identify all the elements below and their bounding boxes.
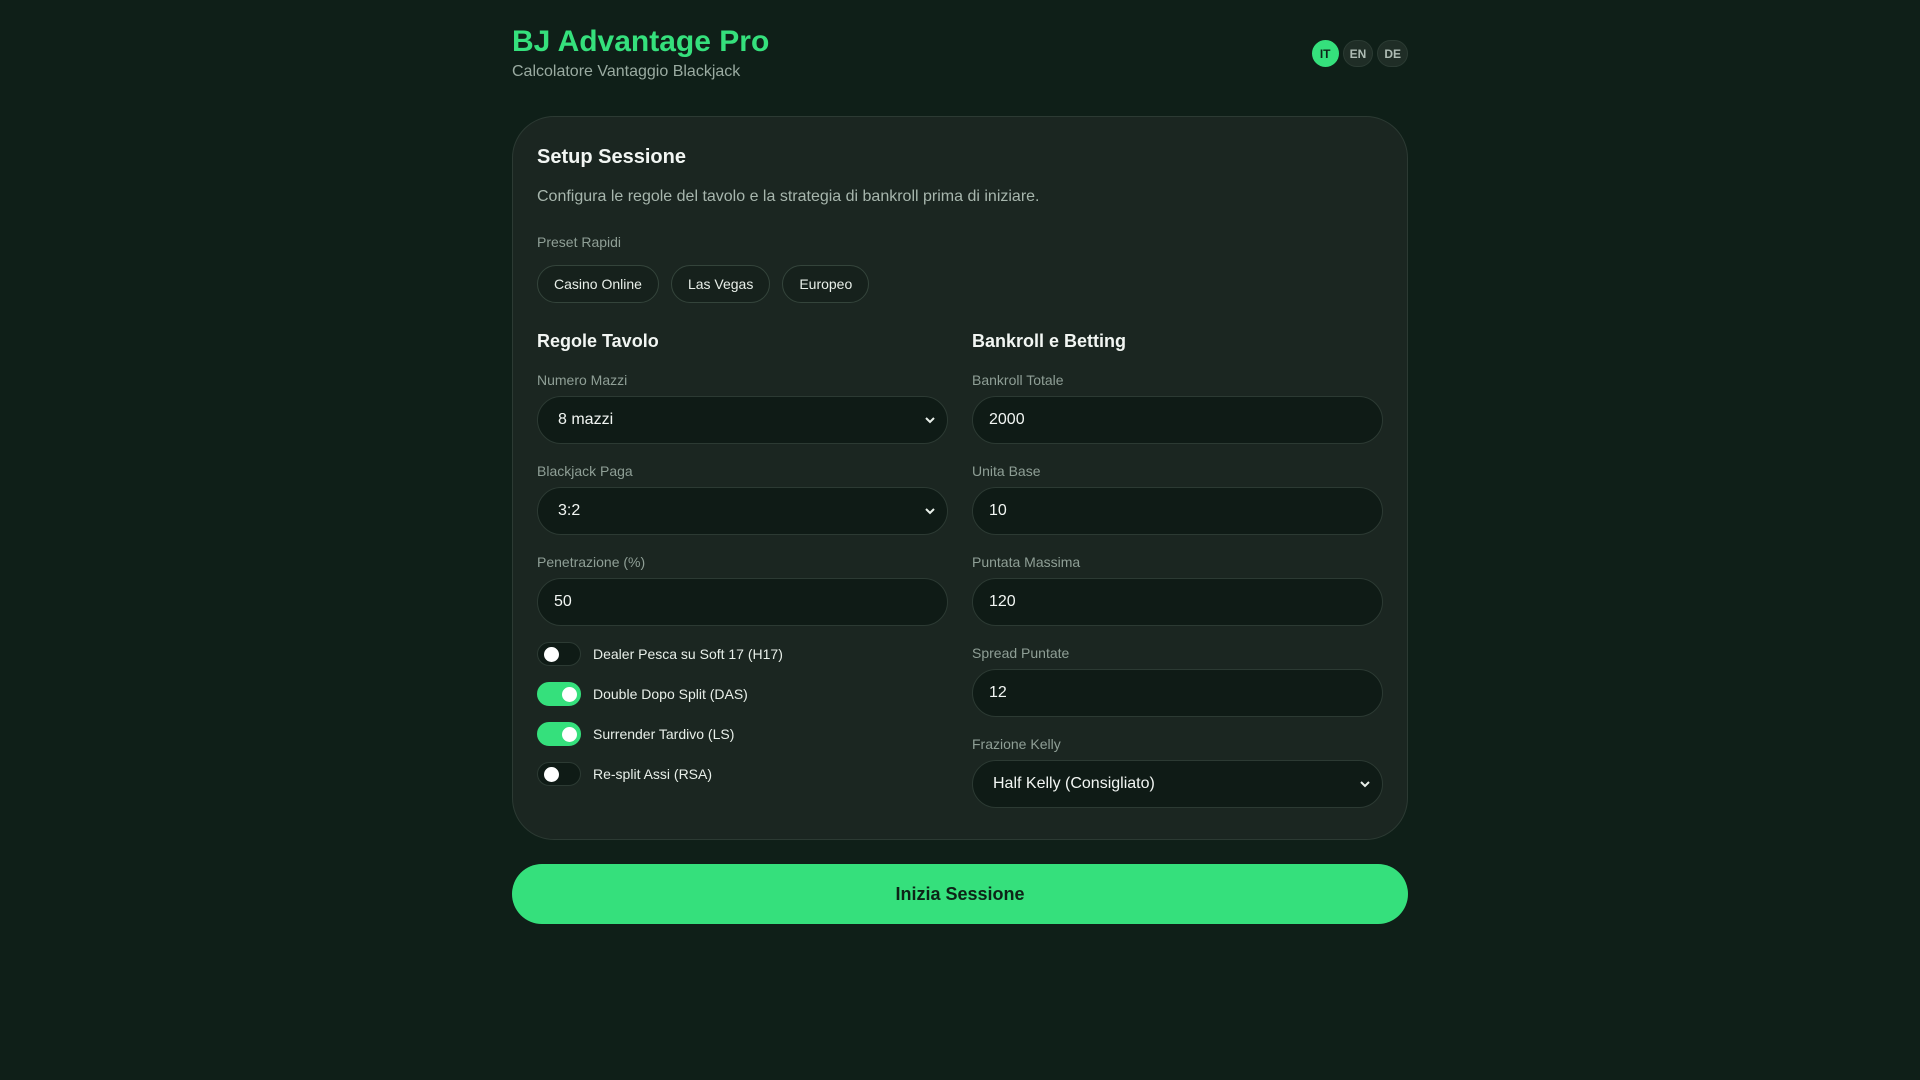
decks-field: Numero Mazzi 8 mazzi — [537, 372, 948, 444]
toggle-label-das: Double Dopo Split (DAS) — [593, 686, 748, 702]
max-bet-label: Puntata Massima — [972, 554, 1081, 570]
app-container: BJ Advantage Pro Calcolatore Vantaggio B… — [512, 0, 1408, 924]
toggle-knob — [544, 647, 559, 662]
bankroll-title: Bankroll e Betting — [972, 331, 1127, 351]
chevron-down-icon — [1360, 779, 1370, 789]
preset-button-las-vegas[interactable]: Las Vegas — [670, 265, 771, 303]
blackjack-pays-value: 3:2 — [558, 502, 581, 519]
bankroll-total-label: Bankroll Totale — [972, 372, 1064, 388]
preset-button-casino-online[interactable]: Casino Online — [537, 265, 659, 303]
chevron-down-icon — [925, 506, 935, 516]
base-unit-input[interactable]: 10 — [972, 487, 1383, 535]
presets-row: Casino Online Las Vegas Europeo — [537, 265, 870, 303]
blackjack-pays-label: Blackjack Paga — [537, 463, 633, 479]
bet-spread-input[interactable]: 12 — [972, 669, 1383, 717]
toggle-knob — [544, 767, 559, 782]
base-unit-label: Unita Base — [972, 463, 1041, 479]
penetration-label: Penetrazione (%) — [537, 554, 646, 570]
bet-spread-field: Spread Puntate 12 — [972, 645, 1383, 717]
toggle-knob — [562, 727, 577, 742]
base-unit-value: 10 — [989, 502, 1007, 519]
card-description: Configura le regole del tavolo e la stra… — [537, 188, 1040, 205]
toggle-row-ls: Surrender Tardivo (LS) — [537, 721, 948, 747]
toggle-das[interactable] — [537, 682, 581, 706]
penetration-field: Penetrazione (%) 50 — [537, 554, 948, 626]
card-title: Setup Sessione — [537, 146, 686, 168]
base-unit-field: Unita Base 10 — [972, 463, 1383, 535]
decks-value: 8 mazzi — [558, 411, 614, 428]
decks-label: Numero Mazzi — [537, 372, 628, 388]
blackjack-pays-field: Blackjack Paga 3:2 — [537, 463, 948, 535]
kelly-fraction-value: Half Kelly (Consigliato) — [993, 775, 1155, 792]
toggle-ls[interactable] — [537, 722, 581, 746]
toggle-label-h17: Dealer Pesca su Soft 17 (H17) — [593, 646, 783, 662]
app-header: BJ Advantage Pro Calcolatore Vantaggio B… — [512, 0, 1408, 116]
kelly-fraction-label: Frazione Kelly — [972, 736, 1061, 752]
toggle-row-h17: Dealer Pesca su Soft 17 (H17) — [537, 641, 948, 667]
session-setup-card: Setup Sessione Configura le regole del t… — [512, 116, 1408, 840]
table-rules-section: Regole Tavolo Numero Mazzi 8 mazzi Black… — [537, 330, 948, 787]
max-bet-field: Puntata Massima 120 — [972, 554, 1383, 626]
penetration-value: 50 — [554, 593, 572, 610]
table-rules-title: Regole Tavolo — [537, 331, 659, 351]
bet-spread-label: Spread Puntate — [972, 645, 1070, 661]
kelly-fraction-field: Frazione Kelly Half Kelly (Consigliato) — [972, 736, 1383, 808]
app-subtitle: Calcolatore Vantaggio Blackjack — [512, 63, 741, 80]
app-title: BJ Advantage Pro — [512, 25, 770, 58]
bankroll-total-input[interactable]: 2000 — [972, 396, 1383, 444]
toggle-h17[interactable] — [537, 642, 581, 666]
language-switcher: IT EN DE — [1311, 40, 1408, 67]
bankroll-section: Bankroll e Betting Bankroll Totale 2000 … — [972, 330, 1383, 808]
toggle-label-ls: Surrender Tardivo (LS) — [593, 726, 735, 742]
penetration-input[interactable]: 50 — [537, 578, 948, 626]
bankroll-total-field: Bankroll Totale 2000 — [972, 372, 1383, 444]
blackjack-pays-select[interactable]: 3:2 — [537, 487, 948, 535]
language-button-de[interactable]: DE — [1377, 40, 1408, 67]
toggle-label-rsa: Re-split Assi (RSA) — [593, 766, 713, 782]
toggle-row-rsa: Re-split Assi (RSA) — [537, 761, 948, 787]
max-bet-input[interactable]: 120 — [972, 578, 1383, 626]
toggle-knob — [562, 687, 577, 702]
kelly-fraction-select[interactable]: Half Kelly (Consigliato) — [972, 760, 1383, 808]
bankroll-total-value: 2000 — [989, 411, 1025, 428]
preset-button-europeo[interactable]: Europeo — [782, 265, 870, 303]
bet-spread-value: 12 — [989, 684, 1007, 701]
toggle-row-das: Double Dopo Split (DAS) — [537, 681, 948, 707]
chevron-down-icon — [925, 415, 935, 425]
start-session-button[interactable]: Inizia Sessione — [512, 864, 1408, 924]
toggle-rsa[interactable] — [537, 762, 581, 786]
language-button-it[interactable]: IT — [1311, 40, 1339, 67]
presets-label: Preset Rapidi — [537, 234, 622, 250]
decks-select[interactable]: 8 mazzi — [537, 396, 948, 444]
rules-toggles: Dealer Pesca su Soft 17 (H17) Double Dop… — [537, 641, 948, 787]
max-bet-value: 120 — [989, 593, 1016, 610]
language-button-en[interactable]: EN — [1342, 40, 1374, 67]
